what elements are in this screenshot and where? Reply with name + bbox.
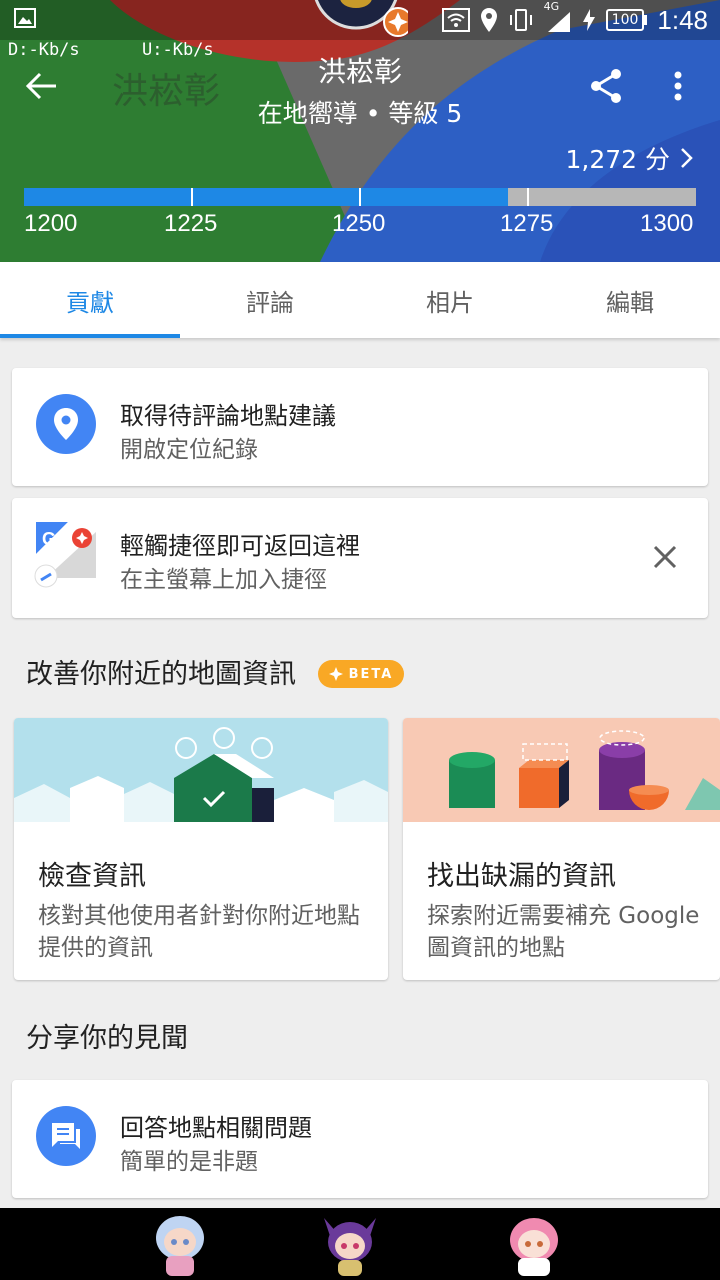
find-missing-info-card[interactable]: 找出缺漏的資訊 探索附近需要補充 Google 圖資訊的地點: [403, 718, 720, 980]
scale-label: 1200: [24, 210, 78, 237]
card-title: 輕觸捷徑即可返回這裡: [120, 532, 360, 560]
image-notification-icon: [14, 8, 36, 28]
neighborhood-illustration: [14, 718, 388, 822]
cell-signal-icon: 4G: [544, 0, 572, 34]
maps-app-icon: G: [34, 522, 96, 588]
card-description: 核對其他使用者針對你附近地點提供的資訊: [38, 903, 360, 961]
share-icon[interactable]: [586, 66, 626, 106]
question-answer-icon: [36, 1106, 96, 1166]
section-title-improve: 改善你附近的地圖資訊: [26, 659, 296, 690]
card-subtitle: 簡單的是非題: [120, 1149, 258, 1175]
level-progress-fill: [24, 188, 508, 206]
points-link[interactable]: 1,272 分: [565, 140, 694, 176]
svg-text:G: G: [42, 529, 56, 549]
card-title: 取得待評論地點建議: [120, 402, 336, 430]
profile-avatar[interactable]: [312, 0, 408, 42]
location-status-icon: [480, 8, 497, 32]
more-options-icon[interactable]: [660, 66, 696, 106]
close-icon[interactable]: [650, 542, 680, 572]
battery-level: 100: [605, 9, 645, 31]
card-title: 檢查資訊: [38, 861, 146, 892]
wifi-icon: [441, 8, 470, 32]
shortcut-card[interactable]: G 輕觸捷徑即可返回這裡 在主螢幕上加入捷徑: [12, 498, 708, 618]
card-subtitle: 在主螢幕上加入捷徑: [120, 567, 327, 593]
clock: 1:48: [657, 4, 708, 35]
check-info-card[interactable]: 檢查資訊 核對其他使用者針對你附近地點提供的資訊: [14, 718, 388, 980]
scale-label: 1275: [500, 210, 554, 237]
location-suggestion-card[interactable]: 取得待評論地點建議 開啟定位紀錄: [12, 368, 708, 486]
points-value: 1,272 分: [565, 145, 670, 174]
progress-tick: [527, 188, 529, 206]
scale-label: 1250: [332, 210, 386, 237]
chevron-right-icon: [681, 148, 693, 168]
back-nav-icon[interactable]: [148, 1212, 212, 1278]
navigation-bar: [0, 1208, 720, 1280]
vibrate-icon: [509, 9, 532, 31]
progress-tick: [359, 188, 361, 206]
tab-bar: 貢獻 評論 相片 編輯: [0, 262, 720, 338]
card-subtitle: 開啟定位紀錄: [120, 437, 258, 463]
location-pin-icon: [36, 394, 96, 454]
card-description: 探索附近需要補充 Google 圖資訊的地點: [427, 903, 700, 961]
profile-header: 4G 100 1:48 D:-Kb/s U:-Kb/s 洪崧彰 洪崧彰 在地嚮導…: [0, 0, 720, 262]
star-icon: [328, 667, 343, 681]
tab-edits[interactable]: 編輯: [540, 262, 720, 338]
scale-label: 1225: [164, 210, 218, 237]
recents-nav-icon[interactable]: [502, 1212, 566, 1278]
beta-badge: BETA: [318, 660, 404, 688]
section-title-share: 分享你的見聞: [26, 1023, 188, 1054]
tab-photos[interactable]: 相片: [360, 262, 540, 338]
card-title: 找出缺漏的資訊: [427, 861, 616, 892]
scale-label: 1300: [640, 210, 694, 237]
home-nav-icon[interactable]: [318, 1212, 382, 1278]
answer-questions-card[interactable]: 回答地點相關問題 簡單的是非題: [12, 1080, 708, 1198]
tab-reviews[interactable]: 評論: [180, 262, 360, 338]
level-progress-bar: [24, 188, 696, 206]
charging-icon: [582, 9, 595, 31]
tab-contributions[interactable]: 貢獻: [0, 262, 180, 338]
card-title: 回答地點相關問題: [120, 1114, 312, 1142]
battery-indicator: 100: [605, 9, 648, 31]
progress-tick: [191, 188, 193, 206]
shapes-illustration: [403, 718, 720, 822]
beta-label: BETA: [348, 666, 394, 682]
